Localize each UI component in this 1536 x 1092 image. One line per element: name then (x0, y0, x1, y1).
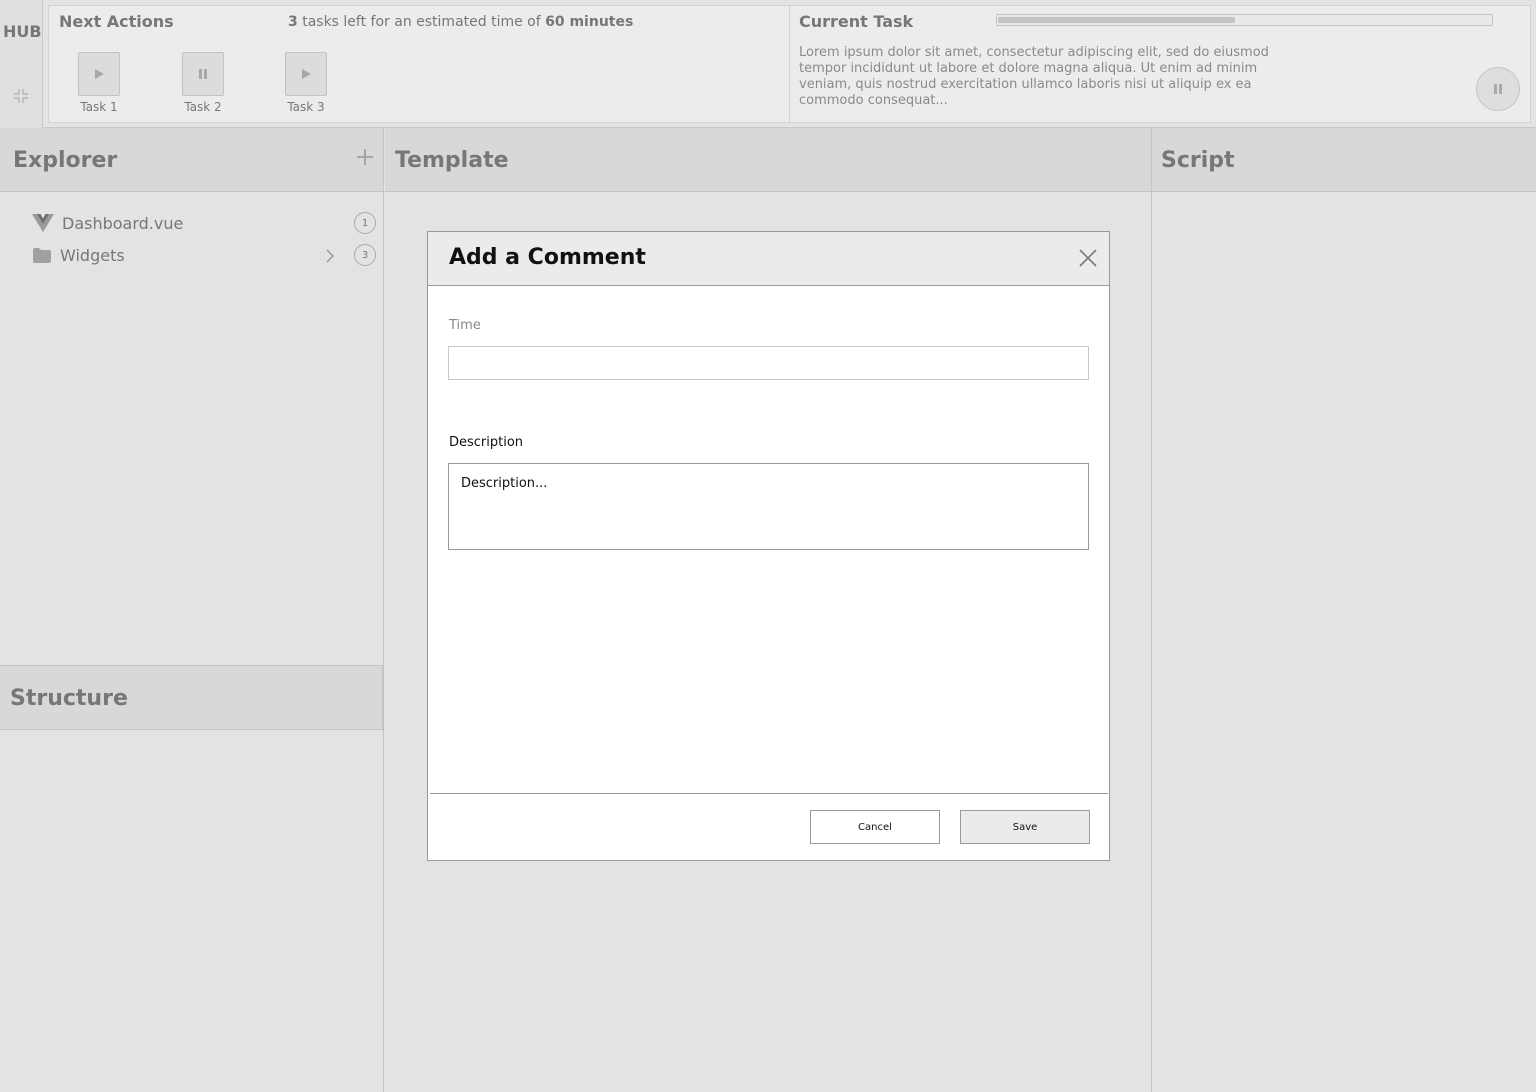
task-label: Task 1 (80, 100, 118, 114)
pause-icon (1494, 84, 1502, 94)
add-icon[interactable] (356, 148, 374, 166)
tasks-summary-text: tasks left for an estimated time of (297, 14, 546, 30)
vue-logo-icon (32, 214, 54, 232)
template-header: Template (385, 128, 1151, 192)
hub-bar: HUB Next Actions 3 tasks left for an est… (0, 0, 1536, 128)
task-2-button[interactable] (182, 52, 224, 96)
folder-icon (33, 248, 51, 263)
task-progress-bar (996, 14, 1493, 26)
panel-divider (1151, 128, 1152, 1092)
time-field[interactable] (448, 346, 1089, 380)
task-label: Task 2 (184, 100, 222, 114)
explorer-header: Explorer (0, 128, 384, 192)
count-badge: 3 (354, 244, 376, 266)
cancel-button[interactable]: Cancel (810, 810, 940, 844)
current-task-panel: Current Task Lorem ipsum dolor sit amet,… (790, 5, 1531, 123)
task-1-button[interactable] (78, 52, 120, 96)
tree-item-dashboard[interactable]: Dashboard.vue 1 (30, 211, 376, 237)
pause-icon (199, 69, 207, 79)
script-title: Script (1161, 148, 1235, 173)
play-icon (302, 69, 311, 79)
time-label: Time (449, 318, 481, 333)
description-label: Description (449, 435, 524, 450)
hub-label: HUB (3, 22, 42, 41)
tree-item-label: Dashboard.vue (62, 214, 184, 233)
chevron-right-icon[interactable] (326, 249, 334, 263)
task-item: Task 2 (173, 52, 233, 114)
estimated-time: 60 minutes (545, 14, 634, 30)
count-badge: 1 (354, 212, 376, 234)
add-comment-modal: Add a Comment Time Description Cancel Sa… (427, 231, 1110, 861)
modal-header: Add a Comment (428, 232, 1109, 286)
collapse-icon[interactable] (13, 88, 29, 104)
tree-item-widgets[interactable]: Widgets 3 (30, 243, 376, 269)
current-task-description: Lorem ipsum dolor sit amet, consectetur … (799, 45, 1269, 108)
panel-divider (383, 128, 384, 1092)
modal-title: Add a Comment (449, 245, 646, 270)
hub-sidebar: HUB (0, 0, 43, 128)
task-label: Task 3 (287, 100, 325, 114)
save-button[interactable]: Save (960, 810, 1090, 844)
script-header: Script (1152, 128, 1536, 192)
modal-footer-divider (430, 793, 1108, 794)
task-item: Task 3 (276, 52, 336, 114)
tree-item-label: Widgets (60, 246, 125, 265)
tasks-left-count: 3 (288, 14, 298, 30)
description-field[interactable] (448, 463, 1089, 550)
task-progress-fill (998, 17, 1235, 23)
task-item: Task 1 (69, 52, 129, 114)
task-3-button[interactable] (285, 52, 327, 96)
close-icon[interactable] (1078, 248, 1098, 268)
structure-title: Structure (10, 686, 128, 711)
structure-header: Structure (0, 665, 383, 730)
tasks-summary: 3 tasks left for an estimated time of 60… (288, 14, 633, 30)
current-task-pause-button[interactable] (1476, 67, 1520, 111)
next-actions-panel: Next Actions 3 tasks left for an estimat… (48, 5, 790, 123)
play-icon (95, 69, 104, 79)
template-title: Template (395, 148, 509, 173)
current-task-title: Current Task (799, 12, 914, 31)
explorer-title: Explorer (13, 148, 118, 173)
next-actions-title: Next Actions (59, 12, 174, 31)
